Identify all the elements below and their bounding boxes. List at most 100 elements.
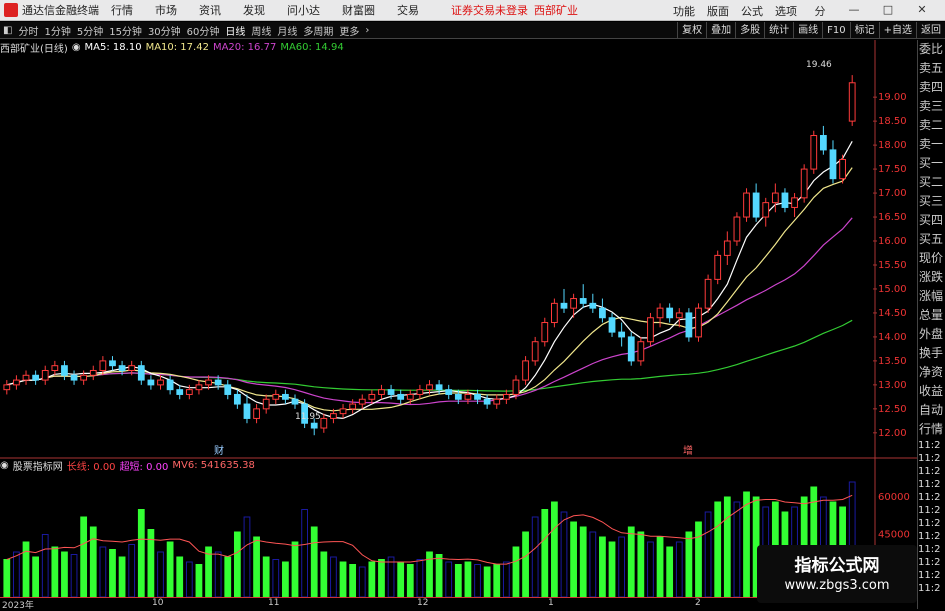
candle-body [330, 413, 337, 419]
menu-layout[interactable]: 版面 [707, 3, 729, 19]
candle-body [733, 216, 741, 242]
candle-body [291, 398, 299, 405]
panel-item[interactable]: 买五 [918, 230, 945, 249]
volume-bar [723, 496, 731, 597]
stats-button[interactable]: 统计 [764, 22, 793, 39]
panel-item[interactable]: 收益 [918, 382, 945, 401]
panel-item[interactable]: 自动 [918, 401, 945, 420]
period-tab[interactable]: 30分钟 [145, 23, 184, 38]
more-tab[interactable]: 更多 [336, 23, 362, 38]
panel-item[interactable]: 行情 [918, 420, 945, 439]
title-bar: 通达信金融终端 行情 市场 资讯 发现 问小达 财富圈 交易 证券交易未登录 西… [0, 0, 945, 21]
menu-item[interactable]: 发现 [243, 2, 265, 18]
panel-item[interactable]: 委比 [918, 40, 945, 59]
panel-item[interactable]: 买四 [918, 211, 945, 230]
price-tick-label: 16.00 [878, 236, 907, 247]
period-tab-active[interactable]: 日线 [222, 23, 248, 38]
panel-item[interactable]: 换手 [918, 344, 945, 363]
period-tab[interactable]: 1分钟 [41, 23, 73, 38]
volume-bar [733, 501, 741, 597]
panel-item[interactable]: 卖四 [918, 78, 945, 97]
period-tab[interactable]: 5分钟 [74, 23, 106, 38]
panel-item[interactable]: 现价 [918, 249, 945, 268]
volume-bar [272, 559, 280, 597]
event-marker[interactable]: 增 [683, 444, 693, 457]
volume-bar [378, 559, 385, 597]
panel-item[interactable]: 涨幅 [918, 287, 945, 306]
volume-bar [560, 511, 568, 597]
panel-item[interactable]: 卖一 [918, 135, 945, 154]
tick-time: 11:2 [918, 583, 941, 594]
split-button[interactable]: 分 [809, 3, 831, 19]
candle-body [483, 398, 491, 405]
panel-item[interactable]: 外盘 [918, 325, 945, 344]
candle-body [41, 369, 49, 381]
candle-body [320, 417, 328, 429]
collapse-icon[interactable]: ◧ [0, 25, 15, 36]
maximize-icon[interactable]: □ [877, 3, 899, 19]
period-tab[interactable]: 周线 [248, 23, 274, 38]
toolbar-right: 复权 叠加 多股 统计 画线 F10 标记 +自选 返回 [677, 22, 945, 39]
f10-button[interactable]: F10 [822, 22, 849, 39]
candle-body [13, 379, 20, 386]
period-tab[interactable]: 多周期 [300, 23, 336, 38]
volume-bar [99, 546, 107, 597]
menu-functions[interactable]: 功能 [673, 3, 695, 19]
volume-bar [502, 561, 510, 597]
period-tab[interactable]: 分时 [15, 23, 41, 38]
menu-item[interactable]: 行情 [111, 2, 133, 18]
menu-item[interactable]: 市场 [155, 2, 177, 18]
menu-item[interactable]: 交易 [397, 2, 419, 18]
back-button[interactable]: 返回 [916, 22, 945, 39]
volume-bar [493, 564, 501, 597]
candle-body [109, 360, 116, 367]
panel-item[interactable]: 买一 [918, 154, 945, 173]
kline-chart[interactable]: 19.00 18.50 18.00 17.50 17.00 16.50 16.00 15.50… [0, 40, 917, 597]
panel-item[interactable]: 买三 [918, 192, 945, 211]
volume-bar [589, 531, 597, 597]
panel-item[interactable]: 卖二 [918, 116, 945, 135]
mark-button[interactable]: 标记 [849, 22, 879, 39]
minimize-icon[interactable]: — [843, 3, 865, 19]
candle-body [339, 408, 347, 415]
overlay-button[interactable]: 叠加 [706, 22, 735, 39]
panel-item[interactable]: 涨跌 [918, 268, 945, 287]
period-tab[interactable]: 月线 [274, 23, 300, 38]
candle-body [262, 398, 270, 410]
multi-stock-button[interactable]: 多股 [735, 22, 764, 39]
volume-bar [253, 536, 260, 597]
login-warning[interactable]: 证券交易未登录 [451, 2, 528, 18]
panel-item[interactable]: 总量 [918, 306, 945, 325]
menu-formula[interactable]: 公式 [741, 3, 763, 19]
volume-bar [454, 564, 462, 597]
settings-icon[interactable]: ◉ [0, 460, 9, 471]
volume-bar [41, 534, 49, 597]
panel-item[interactable]: 净资 [918, 363, 945, 382]
watermark-title: 指标公式网 [794, 556, 880, 576]
volume-bar [522, 531, 529, 597]
candle-body [560, 302, 568, 309]
panel-item[interactable]: 卖三 [918, 97, 945, 116]
panel-item[interactable]: 卖五 [918, 59, 945, 78]
candle-body [387, 389, 395, 395]
menu-item[interactable]: 资讯 [199, 2, 221, 18]
chevron-right-icon[interactable]: › [362, 25, 372, 36]
add-watchlist-button[interactable]: +自选 [878, 22, 916, 39]
close-icon[interactable]: ✕ [911, 3, 933, 19]
menu-item[interactable]: 财富圈 [342, 2, 375, 18]
menu-options[interactable]: 选项 [775, 3, 797, 19]
date-tick: 2 [695, 598, 701, 608]
candle-body [166, 379, 174, 391]
candle-body [80, 374, 88, 381]
candle-body [627, 336, 635, 362]
period-tab[interactable]: 60分钟 [184, 23, 223, 38]
adjust-button[interactable]: 复权 [677, 22, 706, 39]
period-tab[interactable]: 15分钟 [106, 23, 145, 38]
panel-item[interactable]: 买二 [918, 173, 945, 192]
volume-bar [243, 516, 251, 597]
candle-body [214, 379, 222, 386]
event-marker[interactable]: 财 [214, 444, 224, 457]
draw-button[interactable]: 画线 [793, 22, 822, 39]
menu-item[interactable]: 问小达 [287, 2, 320, 18]
app-logo-icon [4, 3, 18, 17]
